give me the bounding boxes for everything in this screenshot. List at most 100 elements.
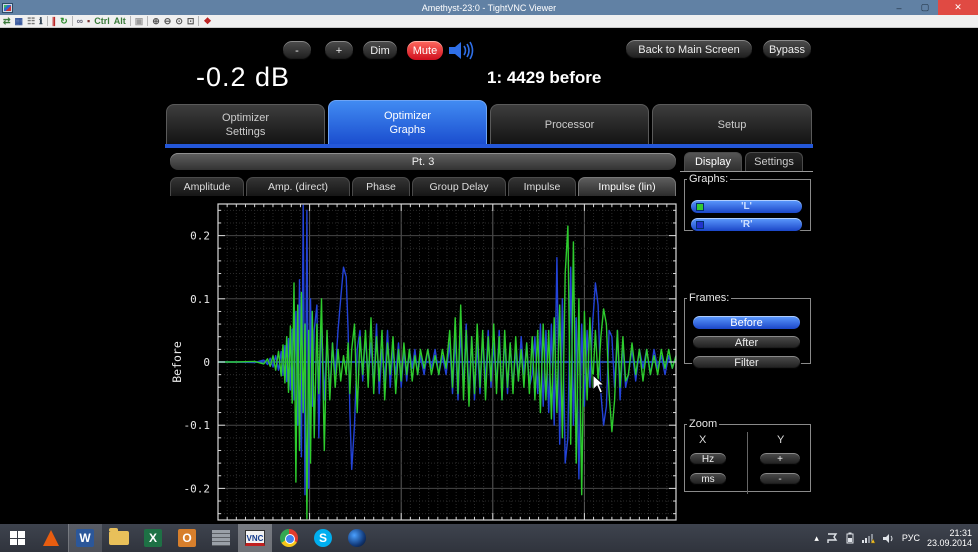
start-button[interactable]	[0, 524, 34, 552]
connection-options-icon[interactable]: ☷	[27, 15, 35, 27]
alt-key-icon[interactable]: Alt	[114, 15, 126, 27]
toolbar-separator	[47, 16, 48, 26]
tab-label: Graphs	[389, 123, 425, 137]
vnc-app-icon	[2, 3, 13, 13]
zoom-x-label: X	[699, 434, 706, 446]
svg-text:0: 0	[203, 356, 210, 369]
battery-icon[interactable]	[845, 532, 855, 544]
zoom-in-icon[interactable]: ⊕	[152, 15, 160, 27]
vlc-icon[interactable]	[34, 524, 68, 552]
svg-text:0.1: 0.1	[190, 293, 210, 306]
frame-after-button[interactable]: After	[692, 335, 801, 350]
close-button[interactable]: ✕	[938, 0, 978, 15]
maximize-button[interactable]: ▢	[912, 0, 938, 15]
tab-display[interactable]: Display	[684, 152, 742, 171]
zoom-out-icon[interactable]: ⊖	[164, 15, 172, 27]
l-channel-swatch	[696, 203, 704, 211]
tab-label: Settings	[226, 125, 266, 139]
graph-r-button[interactable]: 'R'	[690, 217, 803, 232]
zoom-100-icon[interactable]: ⊙	[175, 15, 183, 27]
active-tab-underline	[165, 144, 813, 148]
svg-text:0.2: 0.2	[190, 230, 210, 243]
volume-minus-button[interactable]: -	[282, 40, 312, 61]
tab-group-delay[interactable]: Group Delay	[412, 177, 506, 196]
remote-desktop: -0.2 dB - + Dim Mute 1: 4429 before Back…	[0, 28, 978, 524]
language-indicator[interactable]: РУС	[902, 533, 920, 543]
zoom-hz-button[interactable]: Hz	[689, 452, 727, 466]
speaker-icon	[448, 41, 474, 60]
zoom-fit-icon[interactable]: ⊡	[187, 15, 195, 27]
graphs-box: Graphs: 'L' 'R'	[684, 173, 811, 231]
bypass-button[interactable]: Bypass	[762, 39, 812, 60]
frames-box-legend: Frames:	[687, 292, 731, 304]
measurement-point-bar[interactable]: Pt. 3	[170, 153, 676, 170]
tab-amp-direct[interactable]: Amp. (direct)	[246, 177, 350, 196]
media-player-icon[interactable]	[340, 524, 374, 552]
tab-optimizer-graphs[interactable]: Optimizer Graphs	[328, 100, 487, 144]
network-warning-icon[interactable]	[862, 532, 876, 544]
graphs-box-legend: Graphs:	[687, 173, 730, 185]
graph-l-button[interactable]: 'L'	[690, 199, 803, 214]
zoom-y-plus-button[interactable]: +	[759, 452, 801, 466]
frame-before-button[interactable]: Before	[692, 315, 801, 330]
back-to-main-button[interactable]: Back to Main Screen	[625, 39, 753, 60]
file-explorer-icon[interactable]	[102, 524, 136, 552]
tray-time: 21:31	[927, 528, 972, 538]
tab-setup[interactable]: Setup	[652, 104, 812, 144]
frames-box: Frames: Before After Filter	[684, 292, 811, 364]
ctrl-key-icon[interactable]: Ctrl	[94, 15, 110, 27]
frame-filter-button[interactable]: Filter	[692, 355, 801, 370]
save-session-icon[interactable]: ▦	[15, 15, 24, 27]
tab-settings-side[interactable]: Settings	[745, 152, 803, 171]
window-title: Amethyst-23:0 - TightVNC Viewer	[0, 3, 978, 13]
ctrl-alt-del-icon[interactable]: ▪	[87, 15, 90, 27]
volume-plus-button[interactable]: +	[324, 40, 354, 61]
chrome-icon[interactable]	[272, 524, 306, 552]
minimize-button[interactable]: –	[886, 0, 912, 15]
r-channel-label: 'R'	[691, 219, 802, 230]
svg-text:Before: Before	[170, 341, 184, 383]
connection-info-icon[interactable]: ℹ	[39, 15, 42, 27]
dim-button[interactable]: Dim	[362, 40, 398, 61]
vnc-toolbar: ⇄ ▦☷ ℹ ∥↻ ∞ ▪ Ctrl Alt ▣ ⊕ ⊖⊙ ⊡ ❖	[0, 15, 978, 28]
skype-icon[interactable]: S	[306, 524, 340, 552]
hidden-icons-chevron[interactable]: ▴	[814, 533, 819, 544]
action-center-flag-icon[interactable]	[826, 533, 838, 544]
tab-optimizer-settings[interactable]: Optimizer Settings	[166, 104, 325, 144]
tray-date: 23.09.2014	[927, 538, 972, 548]
new-connection-icon[interactable]: ⇄	[3, 15, 11, 27]
mute-button[interactable]: Mute	[406, 40, 444, 61]
toolbar-separator	[72, 16, 73, 26]
vnc-viewer-icon[interactable]: VNC	[238, 524, 272, 552]
tab-amplitude[interactable]: Amplitude	[170, 177, 244, 196]
fullscreen-icon[interactable]: ❖	[203, 15, 211, 27]
ctrl-esc-icon[interactable]: ∞	[77, 15, 83, 27]
outlook-icon[interactable]: O	[170, 524, 204, 552]
zoom-y-minus-button[interactable]: -	[759, 472, 801, 486]
r-channel-swatch	[696, 221, 704, 229]
zoom-ms-button[interactable]: ms	[689, 472, 727, 486]
tab-impulse[interactable]: Impulse	[508, 177, 576, 196]
mouse-cursor	[592, 374, 605, 394]
tab-label: Setup	[718, 118, 747, 132]
excel-icon[interactable]: X	[136, 524, 170, 552]
refresh-icon[interactable]: ↻	[60, 15, 68, 27]
tab-processor[interactable]: Processor	[490, 104, 649, 144]
tab-label: Processor	[545, 118, 595, 132]
taskbar: W X O VNC S ▴ РУС 21:31 23.09.2014	[0, 524, 978, 552]
preset-label: 1: 4429 before	[487, 68, 601, 88]
tab-phase[interactable]: Phase	[352, 177, 410, 196]
toolbar-separator	[198, 16, 199, 26]
tab-impulse-lin[interactable]: Impulse (lin)	[578, 177, 676, 196]
toolbar-separator	[147, 16, 148, 26]
word-icon[interactable]: W	[68, 524, 102, 552]
svg-text:-0.1: -0.1	[184, 419, 211, 432]
impulse-chart[interactable]: 0.20.10-0.1-0.2234567Time (ms)Before	[168, 196, 680, 550]
zoom-box: Zoom X Y Hz ms + -	[684, 418, 811, 492]
pause-icon[interactable]: ∥	[52, 15, 57, 27]
tray-clock[interactable]: 21:31 23.09.2014	[927, 528, 972, 548]
volume-tray-icon[interactable]	[883, 533, 895, 544]
transfer-files-icon[interactable]: ▣	[135, 15, 144, 27]
total-commander-icon[interactable]	[204, 524, 238, 552]
title-bar: Amethyst-23:0 - TightVNC Viewer – ▢ ✕	[0, 0, 978, 15]
